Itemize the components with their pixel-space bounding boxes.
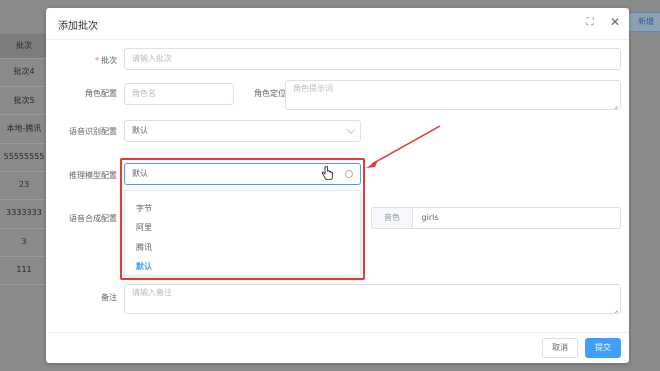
dialog-title: 添加批次 [58, 21, 98, 32]
divider [0, 199, 48, 200]
expand-icon[interactable]: ⛶ [584, 17, 596, 29]
table-row[interactable]: 批次5 [0, 95, 48, 106]
role-prompt-textarea[interactable]: 角色提示词 [285, 80, 621, 110]
divider [0, 58, 48, 59]
voice-input[interactable]: 音色 girls [371, 207, 621, 229]
submit-button[interactable]: 提交 [585, 338, 621, 358]
resize-handle[interactable] [612, 305, 618, 311]
voice-prepend-label: 音色 [372, 208, 413, 228]
role-config-label: 角色配置 [85, 89, 117, 98]
table-row[interactable]: 111 [0, 265, 48, 274]
close-icon[interactable]: ✕ [608, 15, 622, 29]
batch-label: * 批次 [95, 56, 117, 65]
table-row[interactable]: 批次4 [0, 66, 48, 77]
role-name-input[interactable]: 角色名 [124, 83, 234, 105]
table-row[interactable]: 55555555 [0, 152, 48, 161]
divider [0, 284, 48, 285]
divider [46, 39, 629, 40]
divider [0, 86, 48, 87]
divider [0, 171, 48, 172]
cancel-button[interactable]: 取消 [542, 338, 578, 358]
table-row[interactable]: 本地-腾讯 [0, 123, 48, 134]
divider [0, 143, 48, 144]
divider [46, 332, 629, 333]
voice-value: girls [421, 213, 439, 222]
resize-handle[interactable] [612, 101, 618, 107]
divider [0, 256, 48, 257]
table-header: 批次 [0, 34, 48, 58]
table-row[interactable]: 23 [0, 180, 48, 189]
batch-input[interactable]: 请输入批次 [124, 48, 621, 70]
new-button[interactable]: 新增 [628, 12, 660, 32]
asr-config-select[interactable]: 默认 [124, 120, 361, 142]
remark-label: 备注 [101, 293, 117, 302]
llm-config-label: 推理模型配置 [69, 171, 117, 180]
table-row[interactable]: 3333333 [0, 208, 48, 217]
asr-config-label: 语音识别配置 [69, 127, 117, 136]
chevron-down-icon [346, 125, 356, 135]
tts-config-label: 语音合成配置 [69, 214, 117, 223]
role-position-label: 角色定位 [254, 89, 286, 98]
annotation-arrow-icon [366, 125, 441, 168]
pointer-cursor-icon [321, 166, 333, 180]
divider [0, 114, 48, 115]
divider [0, 228, 48, 229]
remark-textarea[interactable]: 请输入备注 [124, 284, 621, 314]
table-row[interactable]: 3 [0, 237, 48, 246]
